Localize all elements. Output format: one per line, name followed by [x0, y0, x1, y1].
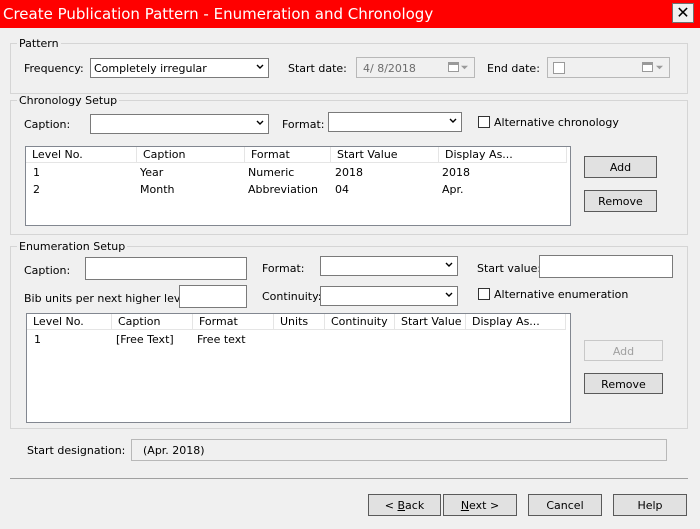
- chronology-caption-label: Caption:: [24, 118, 71, 131]
- column-header[interactable]: Caption: [137, 147, 245, 163]
- table-row[interactable]: 1 [Free Text] Free text: [27, 333, 570, 349]
- next-rest: ext >: [469, 499, 500, 512]
- enumeration-legend: Enumeration Setup: [17, 240, 128, 253]
- window-title: Create Publication Pattern - Enumeration…: [3, 5, 434, 23]
- enumeration-caption-label: Caption:: [24, 264, 71, 277]
- chronology-add-button[interactable]: Add: [584, 156, 657, 178]
- alternative-enumeration-label: Alternative enumeration: [494, 288, 629, 301]
- continuity-label: Continuity:: [262, 290, 322, 303]
- chronology-legend: Chronology Setup: [17, 94, 120, 107]
- table-row[interactable]: 2 Month Abbreviation 04 Apr.: [26, 183, 570, 199]
- column-header[interactable]: Format: [245, 147, 331, 163]
- column-header[interactable]: Units: [274, 314, 325, 330]
- table-cell: Month: [140, 183, 175, 196]
- end-date-checkbox[interactable]: [553, 62, 565, 74]
- column-header[interactable]: Display As...: [439, 147, 567, 163]
- table-cell: Year: [140, 166, 164, 179]
- enumeration-caption-input[interactable]: [85, 257, 247, 280]
- chevron-down-icon: [656, 65, 663, 70]
- start-date-value: 4/ 8/2018: [363, 62, 416, 75]
- title-bar: Create Publication Pattern - Enumeration…: [0, 0, 700, 28]
- start-date-label: Start date:: [288, 62, 347, 75]
- table-cell: Free text: [197, 333, 246, 346]
- table-cell: 2018: [442, 166, 470, 179]
- close-button[interactable]: ✕: [672, 3, 694, 23]
- column-header[interactable]: Level No.: [27, 314, 112, 330]
- enumeration-format-dropdown[interactable]: [320, 256, 458, 276]
- start-value-input[interactable]: [539, 255, 673, 278]
- chevron-down-icon: [445, 292, 453, 297]
- frequency-value: Completely irregular: [94, 62, 207, 75]
- column-header[interactable]: Caption: [112, 314, 193, 330]
- chevron-down-icon: [461, 65, 468, 70]
- chevron-down-icon: [256, 120, 264, 125]
- table-cell: Numeric: [248, 166, 295, 179]
- pattern-legend: Pattern: [17, 37, 61, 50]
- back-rest: ack: [405, 499, 425, 512]
- start-designation-value: (Apr. 2018): [143, 444, 205, 457]
- chevron-down-icon: [449, 118, 457, 123]
- table-cell: [Free Text]: [116, 333, 174, 346]
- enumeration-add-button[interactable]: Add: [584, 340, 663, 361]
- help-button[interactable]: Help: [613, 494, 687, 516]
- table-cell: 2: [33, 183, 40, 196]
- cancel-button[interactable]: Cancel: [528, 494, 602, 516]
- column-header[interactable]: Continuity: [325, 314, 395, 330]
- chronology-remove-button[interactable]: Remove: [584, 190, 657, 212]
- bib-units-label: Bib units per next higher level:: [24, 292, 194, 305]
- table-row[interactable]: 1 Year Numeric 2018 2018: [26, 166, 570, 182]
- alternative-chronology-label: Alternative chronology: [494, 116, 619, 129]
- calendar-icon: [642, 62, 653, 72]
- table-cell: 04: [335, 183, 349, 196]
- table-cell: Abbreviation: [248, 183, 318, 196]
- column-header[interactable]: Format: [193, 314, 274, 330]
- frequency-label: Frequency:: [24, 62, 84, 75]
- alternative-enumeration-checkbox[interactable]: [478, 288, 490, 300]
- chevron-down-icon: [445, 262, 453, 267]
- back-button[interactable]: < Back: [368, 494, 441, 516]
- table-cell: Apr.: [442, 183, 464, 196]
- next-button[interactable]: Next >: [443, 494, 517, 516]
- footer-separator: [10, 478, 688, 479]
- column-header[interactable]: Start Value: [395, 314, 466, 330]
- bib-units-input[interactable]: [179, 285, 247, 308]
- enumeration-format-label: Format:: [262, 262, 305, 275]
- chronology-caption-dropdown[interactable]: [90, 114, 269, 134]
- start-designation-label: Start designation:: [27, 444, 126, 457]
- back-prefix: <: [384, 499, 398, 512]
- chevron-down-icon: [256, 64, 264, 69]
- calendar-icon: [448, 62, 459, 72]
- enumeration-remove-button[interactable]: Remove: [584, 373, 663, 394]
- column-header[interactable]: Display As...: [466, 314, 566, 330]
- next-mnemonic: N: [460, 499, 470, 512]
- column-header[interactable]: Level No.: [26, 147, 137, 163]
- table-cell: 1: [33, 166, 40, 179]
- chronology-list[interactable]: Level No. Caption Format Start Value Dis…: [25, 146, 571, 226]
- chronology-format-label: Format:: [282, 118, 325, 131]
- start-designation-field: (Apr. 2018): [131, 439, 667, 461]
- end-date-picker[interactable]: [547, 57, 670, 78]
- alternative-chronology-checkbox[interactable]: [478, 116, 490, 128]
- back-mnemonic: B: [397, 499, 406, 512]
- start-date-picker[interactable]: 4/ 8/2018: [356, 57, 475, 78]
- column-header[interactable]: Start Value: [331, 147, 439, 163]
- end-date-label: End date:: [487, 62, 540, 75]
- continuity-dropdown[interactable]: [320, 286, 458, 306]
- table-cell: 1: [34, 333, 41, 346]
- chronology-format-dropdown[interactable]: [328, 112, 462, 132]
- enumeration-list[interactable]: Level No. Caption Format Units Continuit…: [26, 313, 571, 423]
- frequency-dropdown[interactable]: Completely irregular: [90, 58, 269, 78]
- table-cell: 2018: [335, 166, 363, 179]
- start-value-label: Start value:: [477, 262, 542, 275]
